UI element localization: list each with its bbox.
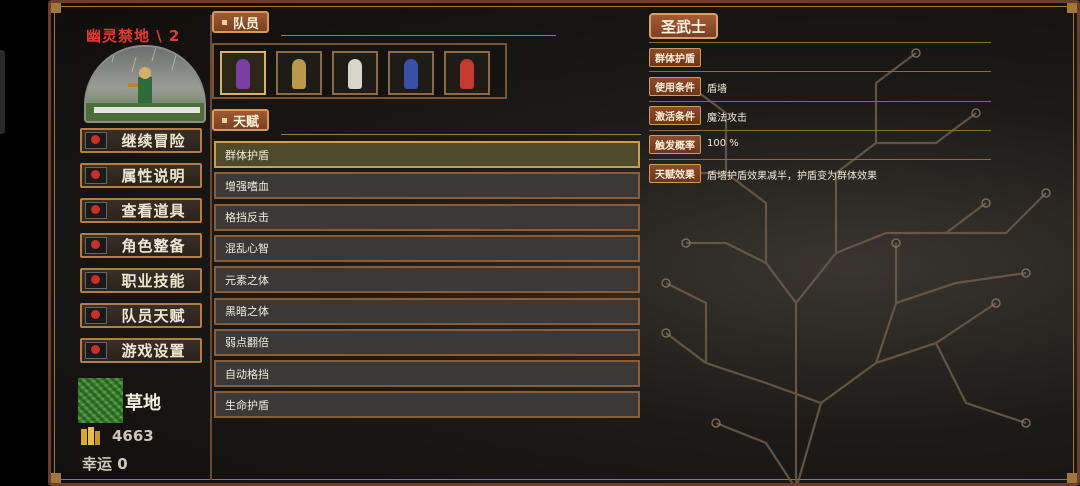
talent-row[interactable]: 群体护盾 <box>214 141 640 168</box>
detail-divider <box>649 42 991 43</box>
character-sprite-icon <box>292 59 306 89</box>
detail-divider <box>649 101 991 102</box>
detail-field-value: 盾墙 <box>707 84 727 95</box>
menu-label: 继续冒险 <box>121 132 186 150</box>
menu-label: 队员天赋 <box>121 307 186 325</box>
terrain-label: 草地 <box>125 393 161 414</box>
menu-label: 角色整备 <box>121 237 186 255</box>
detail-field-key: 触发概率 <box>649 135 701 154</box>
menu-icon <box>85 342 107 359</box>
left-black-strip <box>0 0 48 486</box>
team-member-slot[interactable] <box>276 51 322 95</box>
talent-row[interactable]: 自动格挡 <box>214 360 640 388</box>
talent-name-tag: 群体护盾 <box>649 48 701 67</box>
detail-divider <box>649 159 991 160</box>
detail-divider <box>649 130 991 131</box>
attribute-info-button[interactable]: 属性说明 <box>80 163 202 188</box>
menu-icon <box>85 237 107 254</box>
menu-icon <box>85 307 107 324</box>
frame-corner <box>51 473 61 483</box>
talent-row[interactable]: 增强嗜血 <box>214 172 640 200</box>
character-sprite-icon <box>460 59 474 89</box>
edge-handle[interactable] <box>0 50 5 134</box>
game-screen: 幽灵禁地 \ 2 继续冒险 属性说明 查看道具 角色整备 职业技能 队员天赋 游戏设置 草地… <box>48 0 1080 486</box>
menu-label: 属性说明 <box>121 167 186 185</box>
menu-icon <box>85 272 107 289</box>
team-section-label: 队员 <box>233 16 260 32</box>
frame-corner <box>51 3 61 13</box>
talent-row[interactable]: 生命护盾 <box>214 391 640 419</box>
character-sprite-icon <box>236 59 250 89</box>
talent-row[interactable]: 黑暗之体 <box>214 297 640 325</box>
location-portrait <box>84 45 206 123</box>
character-prep-button[interactable]: 角色整备 <box>80 233 202 258</box>
member-talents-button[interactable]: 队员天赋 <box>80 303 202 328</box>
detail-field-value: 魔法攻击 <box>707 113 747 124</box>
class-skills-button[interactable]: 职业技能 <box>80 268 202 293</box>
location-title: 幽灵禁地 \ 2 <box>86 27 181 45</box>
team-section-tag: 队员 <box>212 11 270 33</box>
team-member-slot[interactable] <box>444 51 490 95</box>
menu-icon <box>85 132 107 149</box>
detail-field-key: 使用条件 <box>649 77 701 96</box>
detail-field-value: 盾墙护盾效果减半，护盾变为群体效果 <box>707 171 877 182</box>
game-settings-button[interactable]: 游戏设置 <box>80 338 202 363</box>
gold-amount: 4663 <box>112 427 154 445</box>
menu-icon <box>85 167 107 184</box>
gold-coin-icon <box>81 427 100 445</box>
talent-section-tag: 天赋 <box>212 109 270 131</box>
detail-field-key: 天赋效果 <box>649 164 701 183</box>
menu-icon <box>85 202 107 219</box>
view-items-button[interactable]: 查看道具 <box>80 198 202 223</box>
team-member-slot[interactable] <box>220 51 266 95</box>
class-name: 圣武士 <box>661 17 707 36</box>
team-member-slot[interactable] <box>388 51 434 95</box>
continue-adventure-button[interactable]: 继续冒险 <box>80 128 202 153</box>
luck-stat: 幸运 0 <box>82 455 128 473</box>
talent-underline <box>281 134 641 135</box>
talent-row[interactable]: 混乱心智 <box>214 234 640 262</box>
character-sprite-icon <box>404 59 418 89</box>
class-name-tag: 圣武士 <box>649 13 719 39</box>
terrain-swatch <box>78 378 123 423</box>
menu-label: 查看道具 <box>121 202 186 220</box>
menu-label: 职业技能 <box>121 272 186 290</box>
menu-label: 游戏设置 <box>121 342 186 360</box>
team-roster <box>212 43 507 99</box>
detail-field-key: 激活条件 <box>649 106 701 125</box>
detail-field-value: 100 % <box>707 138 739 149</box>
team-underline <box>281 35 556 36</box>
talent-row[interactable]: 元素之体 <box>214 266 640 294</box>
team-member-slot[interactable] <box>332 51 378 95</box>
character-sprite-icon <box>348 59 362 89</box>
talent-row[interactable]: 格挡反击 <box>214 203 640 231</box>
talent-tree-background <box>661 48 1051 483</box>
talent-name: 群体护盾 <box>655 54 695 65</box>
detail-divider <box>649 71 991 72</box>
talent-row[interactable]: 弱点翻倍 <box>214 328 640 356</box>
talent-section-label: 天赋 <box>233 114 260 130</box>
